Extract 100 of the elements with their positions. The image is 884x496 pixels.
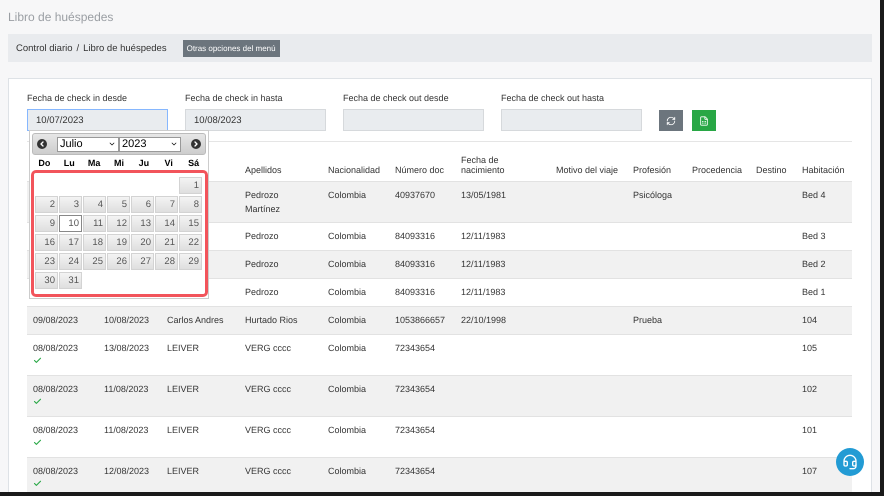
calendar-day[interactable]: 3 (59, 196, 82, 213)
table-cell-text: 72343654 (395, 424, 436, 437)
table-cell-text: 22/10/1998 (461, 314, 508, 327)
column-header: Nacionalidad (328, 165, 382, 175)
prev-month-icon[interactable] (37, 139, 47, 149)
table-cell-text: 104 (802, 314, 818, 327)
refresh-icon (666, 116, 676, 126)
calendar-day[interactable]: 18 (83, 234, 106, 251)
table-cell-text: 10/08/2023 (104, 314, 150, 327)
calendar-day[interactable]: 29 (179, 253, 202, 270)
month-select[interactable]: Julio (57, 136, 119, 152)
date-field[interactable]: 10/08/2023 (185, 109, 326, 131)
calendar-day[interactable]: 2 (35, 196, 58, 213)
weekday-label: Mi (112, 159, 125, 170)
breadcrumb-link[interactable]: Control diario (16, 42, 72, 54)
calendar-day[interactable]: 5 (107, 196, 130, 213)
column-header: Destino (756, 165, 788, 175)
table-cell-text: 105 (802, 342, 818, 355)
date-field[interactable] (501, 109, 642, 131)
table-cell-text: Pedrozo (245, 286, 280, 299)
calendar-day[interactable]: 21 (155, 234, 178, 251)
column-header: Motivo del viaje (556, 165, 620, 175)
calendar-day[interactable]: 13 (131, 215, 154, 232)
table-cell-text: VERG cccc (245, 424, 292, 437)
table-cell-text: 13/08/2023 (104, 342, 150, 355)
table-cell-text: Colombia (328, 258, 368, 271)
calendar-day[interactable]: 1 (179, 177, 202, 194)
table-cell-text: 09/08/2023 (33, 314, 80, 327)
table-cell-text: 72343654 (395, 342, 436, 355)
calendar-day[interactable]: 25 (83, 253, 106, 270)
calendar-day[interactable]: 16 (35, 234, 58, 251)
calendar-day[interactable]: 4 (83, 196, 106, 213)
spreadsheet-icon (699, 116, 709, 126)
calendar-day[interactable]: 7 (155, 196, 178, 213)
table-cell-text: Bed 1 (802, 286, 827, 299)
breadcrumb-current: Libro de huéspedes (83, 42, 167, 54)
calendar-day[interactable]: 31 (59, 272, 82, 289)
calendar-day[interactable]: 19 (107, 234, 130, 251)
table-cell-text: Bed 2 (802, 258, 827, 271)
breadcrumb-separator: / (76, 42, 80, 54)
date-field[interactable]: 10/07/2023 (27, 109, 168, 131)
calendar-day[interactable]: 20 (131, 234, 154, 251)
calendar-day[interactable]: 23 (35, 253, 58, 270)
calendar-day[interactable]: 9 (35, 215, 58, 232)
table-cell-text: Pedrozo Martínez (245, 189, 282, 216)
table-cell-text: 72343654 (395, 465, 436, 478)
table-cell-text: 101 (802, 424, 818, 437)
column-header: Procedencia (692, 165, 744, 175)
calendar-day[interactable]: 8 (179, 196, 202, 213)
table-cell-text: 12/11/1983 (461, 230, 506, 243)
field-label: Fecha de check in hasta (185, 93, 284, 103)
calendar-day[interactable]: 30 (35, 272, 58, 289)
date-field[interactable] (343, 109, 484, 131)
table-cell-text: Bed 3 (802, 230, 827, 243)
table-cell-text: Pedrozo (245, 230, 280, 243)
table-cell-text: 08/08/2023 (33, 383, 80, 396)
table-cell-text: Colombia (328, 342, 368, 355)
year-select[interactable]: 2023 (119, 136, 181, 152)
calendar-day[interactable]: 11 (83, 215, 106, 232)
table-cell-text: LEIVER (167, 342, 200, 355)
field-label: Fecha de check in desde (27, 93, 128, 103)
table-cell-text: 08/08/2023 (33, 465, 80, 478)
field-label: Fecha de check out hasta (501, 93, 606, 103)
calendar-day[interactable]: 22 (179, 234, 202, 251)
table-cell-text: Colombia (328, 424, 368, 437)
table-cell-text: 84093316 (395, 258, 436, 271)
table-cell-text: 12/08/2023 (104, 465, 150, 478)
calendar-day[interactable]: 24 (59, 253, 82, 270)
calendar-day[interactable]: 12 (107, 215, 130, 232)
calendar-day[interactable]: 10 (59, 215, 82, 232)
table-cell-text: 40937670 (395, 189, 436, 202)
calendar-day[interactable]: 28 (155, 253, 178, 270)
table-cell-text: Colombia (328, 286, 368, 299)
table-cell-text: 08/08/2023 (33, 424, 80, 437)
calendar-day[interactable]: 6 (131, 196, 154, 213)
calendar-day[interactable]: 17 (59, 234, 82, 251)
weekday-label: Lu (62, 159, 76, 170)
column-header: Apellidos (245, 165, 283, 175)
column-header: Número doc (395, 165, 446, 175)
table-cell-text: 12/11/1983 (461, 286, 506, 299)
table-cell-text: 11/08/2023 (104, 424, 150, 437)
table-cell-text: Carlos Andres (167, 314, 225, 327)
calendar-day[interactable]: 27 (131, 253, 154, 270)
chevron-down-icon (170, 140, 178, 148)
table-cell-text: 13/05/1981 (461, 189, 508, 202)
table-cell-text: Psicóloga (633, 189, 674, 202)
menu-options-button[interactable]: Otras opciones del menú (182, 40, 280, 56)
table-cell-text: 84093316 (395, 230, 436, 243)
table-cell-text: LEIVER (167, 465, 200, 478)
calendar-day[interactable]: 14 (155, 215, 178, 232)
calendar-day[interactable]: 15 (179, 215, 202, 232)
table-cell-text: 12/11/1983 (461, 258, 506, 271)
table-cell-text: Colombia (328, 383, 368, 396)
export-button[interactable] (692, 110, 716, 131)
weekday-label: Do (37, 159, 52, 170)
table-cell-text: LEIVER (167, 424, 200, 437)
table-cell-text: 107 (802, 465, 818, 478)
calendar-day[interactable]: 26 (107, 253, 130, 270)
next-month-icon[interactable] (191, 139, 201, 149)
refresh-button[interactable] (659, 110, 683, 131)
